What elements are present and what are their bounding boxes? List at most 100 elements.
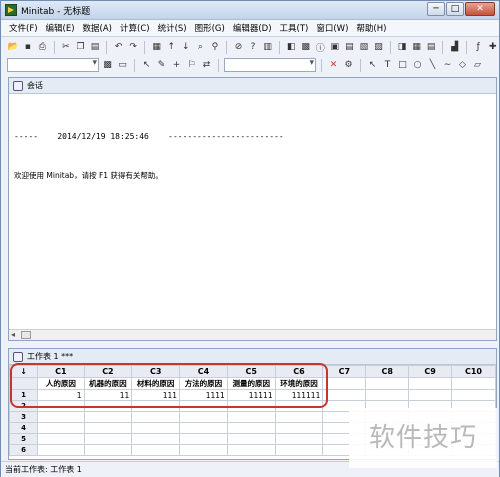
column-name-cell[interactable] [365, 377, 410, 390]
column-header[interactable]: C4 [179, 365, 228, 378]
print-icon[interactable]: ⎙ [36, 41, 49, 54]
delete-icon[interactable]: ✕ [327, 59, 340, 72]
swap-icon[interactable]: ⇄ [200, 59, 213, 72]
menu-file[interactable]: 文件(F) [5, 22, 42, 34]
data-cell[interactable]: 111 [131, 389, 181, 401]
menu-data[interactable]: 数据(A) [79, 22, 116, 34]
edit-cell-icon[interactable]: ▭ [116, 59, 129, 72]
menu-stat[interactable]: 统计(S) [154, 22, 191, 34]
redo-icon[interactable]: ↷ [127, 41, 140, 54]
data-cell[interactable] [179, 444, 228, 456]
menu-calc[interactable]: 计算(C) [116, 22, 154, 34]
graph-element-combo[interactable] [224, 58, 316, 72]
column-header[interactable]: C2 [83, 365, 133, 378]
info-icon[interactable]: ⓘ [314, 41, 327, 54]
report-icon[interactable]: ▧ [358, 41, 371, 54]
function-icon[interactable]: ƒ [472, 41, 485, 54]
data-cell[interactable] [179, 411, 228, 423]
crosshair-icon[interactable]: + [170, 59, 183, 72]
save-icon[interactable]: ▪ [22, 41, 35, 54]
session-horizontal-scrollbar[interactable]: ◂ [9, 329, 496, 340]
data-cell[interactable] [131, 400, 181, 412]
marker-tool-icon[interactable]: ▱ [471, 59, 484, 72]
undo-icon[interactable]: ↶ [112, 41, 125, 54]
polygon-tool-icon[interactable]: ◇ [456, 59, 469, 72]
menu-graph[interactable]: 图形(G) [191, 22, 229, 34]
data-cell[interactable] [226, 444, 276, 456]
column-header[interactable]: C3 [131, 365, 181, 378]
column-name-cell[interactable]: 测量的原因 [226, 377, 276, 390]
open-folder-icon[interactable]: 📂 [7, 41, 20, 54]
column-name-cell[interactable]: 环境的原因 [274, 377, 324, 390]
menu-editor[interactable]: 编辑器(D) [229, 22, 276, 34]
data-cell[interactable] [365, 389, 410, 401]
data-cell[interactable] [83, 433, 133, 445]
row-header[interactable]: 6 [9, 444, 39, 456]
arrow-up-icon[interactable]: ↑ [165, 41, 178, 54]
table-icon[interactable]: ▦ [150, 41, 163, 54]
session-title-bar[interactable]: 会话 [9, 78, 496, 94]
cascade-icon[interactable]: ▤ [425, 41, 438, 54]
data-cell[interactable] [131, 422, 181, 434]
data-cell[interactable] [131, 433, 181, 445]
data-cell[interactable]: 1 [37, 389, 85, 401]
data-cell[interactable] [274, 444, 324, 456]
data-cell[interactable] [179, 400, 228, 412]
worksheet-icon[interactable]: ▩ [299, 41, 312, 54]
data-cell[interactable] [83, 411, 133, 423]
find-icon[interactable]: ⌕ [194, 41, 207, 54]
arrow-select-icon[interactable]: ↖ [366, 59, 379, 72]
title-bar[interactable]: Minitab - 无标题 ─ □ ✕ [1, 1, 499, 20]
column-name-cell[interactable]: 材料的原因 [131, 377, 181, 390]
scroll-thumb[interactable] [21, 331, 31, 339]
graph-folder-icon[interactable]: ▤ [343, 41, 356, 54]
data-cell[interactable] [131, 411, 181, 423]
pencil-icon[interactable]: ✎ [155, 59, 168, 72]
data-cell[interactable]: 11111 [226, 389, 276, 401]
data-cell[interactable]: 111111 [274, 389, 324, 401]
data-cell[interactable] [83, 422, 133, 434]
paste-icon[interactable]: ▤ [89, 41, 102, 54]
polyline-tool-icon[interactable]: ∼ [441, 59, 454, 72]
history-icon[interactable]: ▣ [329, 41, 342, 54]
row-header[interactable]: 3 [9, 411, 39, 423]
line-tool-icon[interactable]: ╲ [426, 59, 439, 72]
arrow-down-icon[interactable]: ↓ [180, 41, 193, 54]
data-cell[interactable] [179, 433, 228, 445]
menu-help[interactable]: 帮助(H) [352, 22, 390, 34]
cut-icon[interactable]: ✂ [60, 41, 73, 54]
ellipse-tool-icon[interactable]: ○ [411, 59, 424, 72]
data-cell[interactable] [322, 389, 367, 401]
data-cell[interactable] [83, 444, 133, 456]
data-cell[interactable] [274, 422, 324, 434]
data-cell[interactable] [37, 433, 85, 445]
data-direction-arrow[interactable]: ↓ [9, 365, 39, 378]
select-pointer-icon[interactable]: ↖ [140, 59, 153, 72]
column-name-cell[interactable] [322, 377, 367, 390]
data-cell[interactable] [131, 444, 181, 456]
properties-icon[interactable]: ⚙ [342, 59, 355, 72]
column-name-cell[interactable]: 人的原因 [37, 377, 85, 390]
column-header[interactable]: C6 [274, 365, 324, 378]
rectangle-tool-icon[interactable]: □ [396, 59, 409, 72]
close-button[interactable]: ✕ [465, 2, 495, 16]
data-cell[interactable] [37, 422, 85, 434]
column-name-cell[interactable] [408, 377, 452, 390]
session-window-icon[interactable]: ◧ [285, 41, 298, 54]
session-icon[interactable]: ◨ [396, 41, 409, 54]
data-cell[interactable] [274, 411, 324, 423]
data-cell[interactable] [226, 411, 276, 423]
column-header[interactable]: C7 [322, 365, 367, 378]
toolbar-options-icon[interactable]: ✚ [487, 41, 500, 54]
copy-icon[interactable]: ❐ [74, 41, 87, 54]
flag-icon[interactable]: ⚐ [185, 59, 198, 72]
data-cell[interactable]: 1111 [179, 389, 228, 401]
data-cell[interactable] [37, 444, 85, 456]
data-cell[interactable] [83, 400, 133, 412]
data-cell[interactable] [226, 433, 276, 445]
text-tool-icon[interactable]: T [381, 59, 394, 72]
column-header[interactable]: C10 [450, 365, 496, 378]
tile-icon[interactable]: ▦ [410, 41, 423, 54]
brush-icon[interactable]: ▩ [101, 59, 114, 72]
data-cell[interactable] [274, 433, 324, 445]
